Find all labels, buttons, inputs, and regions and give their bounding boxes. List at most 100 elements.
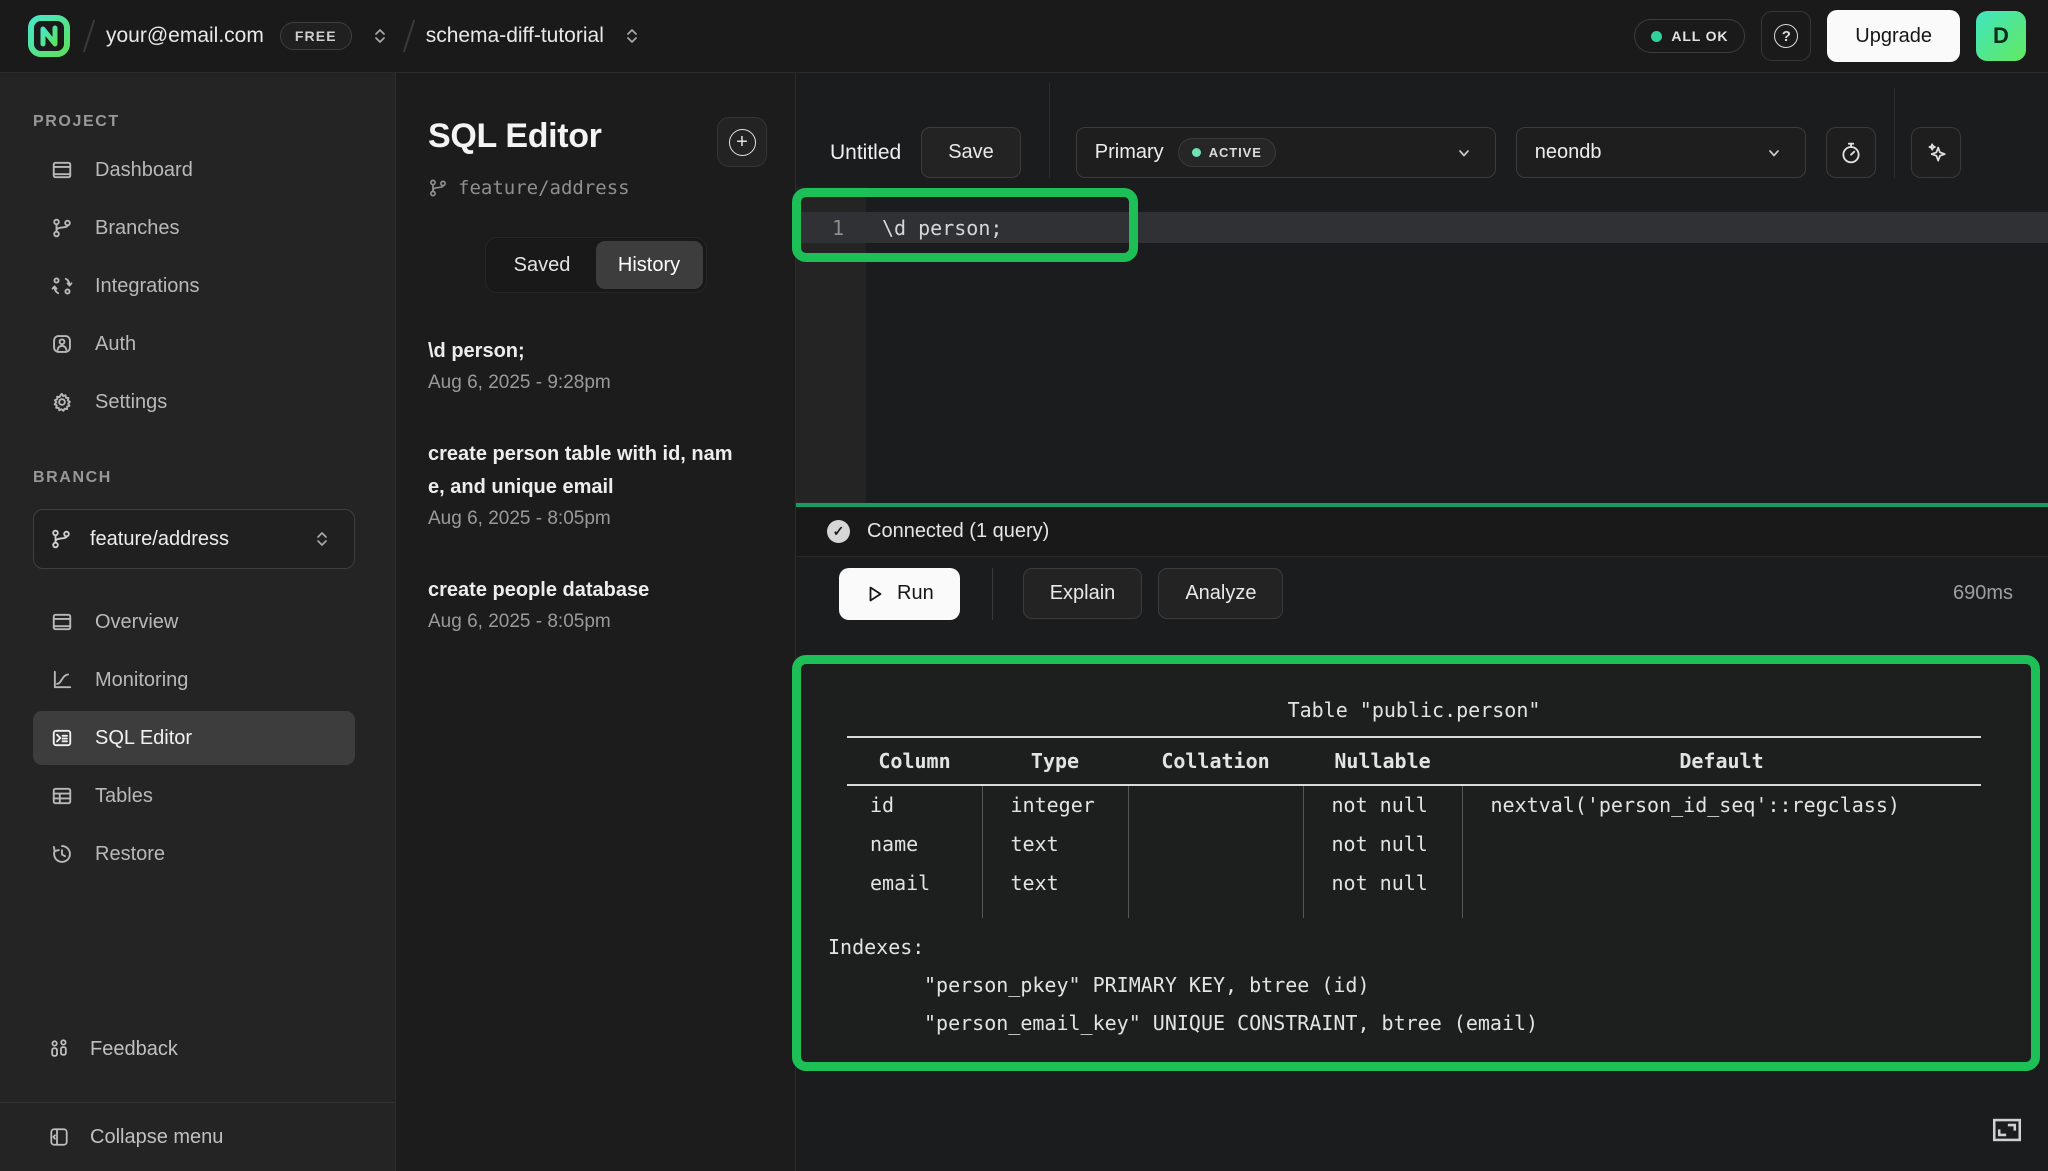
indexes-label: Indexes: (828, 928, 2031, 966)
toolbar-divider (1049, 83, 1050, 178)
branch-selector-value: feature/address (90, 528, 292, 551)
editor-toolbar: Untitled Save Primary ACTIVE neondb (796, 73, 2048, 187)
sidebar-item-overview[interactable]: Overview (33, 595, 355, 649)
line-number: 1 (796, 216, 866, 240)
cell: name (847, 824, 982, 863)
cell: not null (1303, 824, 1462, 863)
query-tab-title[interactable]: Untitled (830, 127, 901, 178)
compute-selector[interactable]: Primary ACTIVE (1076, 127, 1496, 178)
sidebar-item-label: SQL Editor (95, 727, 192, 750)
column-header: Collation (1128, 737, 1303, 785)
actions-divider (992, 568, 993, 620)
dashboard-icon (48, 157, 75, 184)
sidebar-item-dashboard[interactable]: Dashboard (33, 143, 355, 197)
explain-button[interactable]: Explain (1023, 568, 1143, 619)
cell (1128, 785, 1303, 824)
collapse-menu-button[interactable]: Collapse menu (0, 1103, 395, 1171)
sidebar-item-label: Tables (95, 785, 153, 808)
analyze-button[interactable]: Analyze (1158, 568, 1283, 619)
page-title: SQL Editor (428, 117, 717, 156)
sparkles-icon (1924, 141, 1948, 165)
history-item[interactable]: create person table with id, name, and u… (428, 438, 765, 530)
cell (1462, 824, 1981, 863)
monitoring-icon (48, 667, 75, 694)
column-header: Type (982, 737, 1128, 785)
play-icon (865, 584, 885, 604)
table-row: name text not null (847, 824, 1981, 863)
sidebar-item-monitoring[interactable]: Monitoring (33, 653, 355, 707)
feedback-icon (48, 1038, 70, 1060)
gear-icon (48, 389, 75, 416)
neon-logo-icon[interactable] (26, 13, 72, 59)
column-header: Nullable (1303, 737, 1462, 785)
sidebar-item-label: Restore (95, 843, 165, 866)
stopwatch-icon (1839, 141, 1863, 165)
table-row: email text not null (847, 863, 1981, 902)
cell: text (982, 863, 1128, 902)
upgrade-button[interactable]: Upgrade (1827, 10, 1960, 62)
breadcrumb-slash (402, 20, 414, 53)
connection-status: Connected (1 query) (867, 520, 1049, 543)
new-query-button[interactable]: + (717, 117, 767, 167)
run-button-label: Run (897, 582, 934, 605)
query-duration: 690ms (1953, 582, 2013, 605)
tables-icon (48, 783, 75, 810)
branch-selector-chevrons-icon (310, 524, 334, 554)
code-line[interactable]: 1 \d person; (796, 212, 2048, 243)
help-button[interactable]: ? (1761, 11, 1811, 61)
history-item[interactable]: \d person; Aug 6, 2025 - 9:28pm (428, 335, 765, 394)
collapse-menu-label: Collapse menu (90, 1126, 223, 1149)
cell: not null (1303, 785, 1462, 824)
sidebar-item-restore[interactable]: Restore (33, 827, 355, 881)
compute-status-badge: ACTIVE (1178, 138, 1276, 167)
account-email[interactable]: your@email.com (106, 24, 264, 48)
sidebar-item-branches[interactable]: Branches (33, 201, 355, 255)
run-button[interactable]: Run (839, 568, 960, 620)
sidebar-item-integrations[interactable]: Integrations (33, 259, 355, 313)
overview-icon (48, 609, 75, 636)
project-switcher-chevrons-icon[interactable] (620, 21, 644, 51)
sidebar-item-auth[interactable]: Auth (33, 317, 355, 371)
saved-history-tabs: Saved History (485, 237, 707, 293)
integrations-icon (48, 273, 75, 300)
query-actions-bar: Run Explain Analyze 690ms (796, 557, 2048, 630)
history-item[interactable]: create people database Aug 6, 2025 - 8:0… (428, 574, 765, 633)
cell: nextval('person_id_seq'::regclass) (1462, 785, 1981, 824)
sidebar-item-settings[interactable]: Settings (33, 375, 355, 429)
question-circle-icon: ? (1774, 24, 1798, 48)
code-editor[interactable]: 1 \d person; (796, 187, 2048, 503)
project-name[interactable]: schema-diff-tutorial (426, 24, 604, 48)
project-section-label: PROJECT (33, 113, 395, 131)
sidebar-item-tables[interactable]: Tables (33, 769, 355, 823)
plus-circle-icon: + (729, 129, 756, 156)
top-header: your@email.com FREE schema-diff-tutorial… (0, 0, 2048, 73)
git-branch-icon (48, 215, 75, 242)
save-button[interactable]: Save (921, 127, 1021, 178)
git-branch-icon (428, 178, 448, 198)
cell (1128, 863, 1303, 902)
query-history-timer-button[interactable] (1826, 127, 1876, 178)
cell: id (847, 785, 982, 824)
expand-results-button[interactable] (1985, 1110, 2029, 1150)
check-circle-icon: ✓ (827, 520, 850, 543)
sidebar-item-sql-editor[interactable]: SQL Editor (33, 711, 355, 765)
index-entry: "person_email_key" UNIQUE CONSTRAINT, bt… (828, 1004, 2031, 1042)
branch-selector[interactable]: feature/address (33, 509, 355, 569)
tab-saved[interactable]: Saved (489, 241, 596, 289)
feedback-button[interactable]: Feedback (0, 1022, 395, 1076)
sidebar-item-label: Monitoring (95, 669, 188, 692)
header-actions: ALL OK ? Upgrade D (1634, 10, 2026, 62)
status-badge[interactable]: ALL OK (1634, 19, 1745, 53)
breadcrumb-slash (83, 20, 95, 53)
active-dot-icon (1192, 148, 1201, 157)
account-switcher-chevrons-icon[interactable] (368, 21, 392, 51)
feedback-label: Feedback (90, 1038, 178, 1061)
ai-assist-button[interactable] (1911, 127, 1961, 178)
collapse-menu-icon (48, 1126, 70, 1148)
avatar[interactable]: D (1976, 11, 2026, 61)
status-dot-icon (1651, 31, 1662, 42)
tab-history[interactable]: History (596, 241, 703, 289)
sql-editor-panel: SQL Editor + feature/address Saved Histo… (396, 73, 796, 1171)
database-selector[interactable]: neondb (1516, 127, 1806, 178)
sidebar-item-label: Branches (95, 217, 180, 240)
